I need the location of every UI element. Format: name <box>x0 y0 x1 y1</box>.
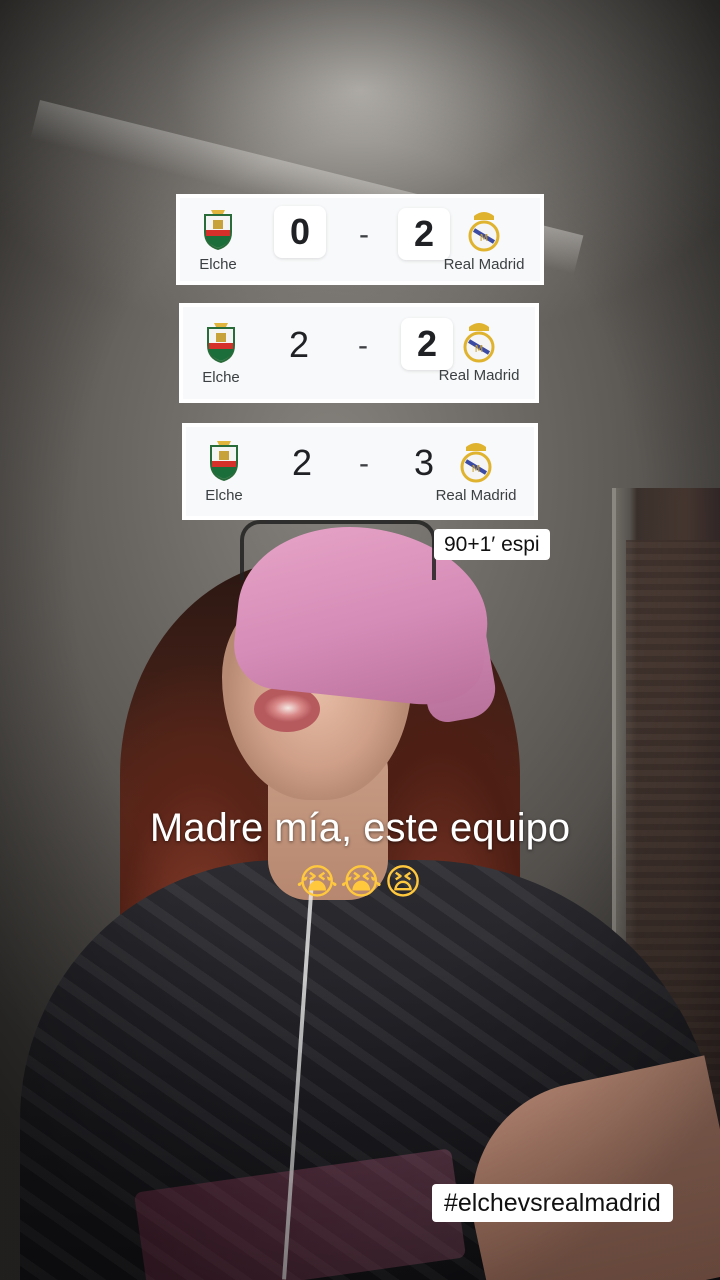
real-madrid-crest-icon: M <box>463 323 495 363</box>
video-caption: Madre mía, este equipo <box>149 806 571 850</box>
elche-crest-icon <box>207 323 235 363</box>
elche-crest-icon <box>204 210 232 250</box>
svg-text:M: M <box>480 233 489 244</box>
scoreboard-2: Elche 2 - 2 M Real Madrid <box>179 303 539 403</box>
away-team: M Real Madrid <box>428 439 524 504</box>
svg-text:M: M <box>472 464 481 475</box>
away-team-name: Real Madrid <box>443 256 525 273</box>
home-score: 2 <box>291 442 313 483</box>
home-team-name: Elche <box>202 369 240 386</box>
score-separator: - <box>358 329 368 362</box>
scoreboard-3: Elche 2 - 3 M Real Madrid <box>182 423 538 520</box>
scoreboard-1: Elche 0 - 2 M Real Madrid <box>176 194 544 285</box>
away-team-name: Real Madrid <box>438 367 520 384</box>
home-team: Elche <box>204 439 244 504</box>
real-madrid-crest-icon: M <box>468 212 500 252</box>
home-team: Elche <box>201 321 241 386</box>
home-team: Elche <box>198 208 238 273</box>
away-team: M Real Madrid <box>436 208 532 273</box>
home-score: 2 <box>288 324 310 365</box>
score-separator: - <box>359 447 369 480</box>
real-madrid-crest-icon: M <box>460 443 492 483</box>
match-minute-label: 90+1′ espi <box>434 529 550 560</box>
home-team-name: Elche <box>199 256 237 273</box>
svg-text:M: M <box>475 344 484 355</box>
score-separator: - <box>359 218 369 251</box>
home-team-name: Elche <box>205 487 243 504</box>
away-team-name: Real Madrid <box>435 487 517 504</box>
hashtag-sticker[interactable]: #elchevsrealmadrid <box>432 1184 673 1222</box>
sunglasses-on-head <box>240 520 436 580</box>
video-frame <box>0 0 720 1280</box>
away-team: M Real Madrid <box>431 319 527 384</box>
elche-crest-icon <box>210 441 238 481</box>
caption-emojis: 😭😭😫 <box>296 862 424 903</box>
home-score: 0 <box>274 206 326 258</box>
